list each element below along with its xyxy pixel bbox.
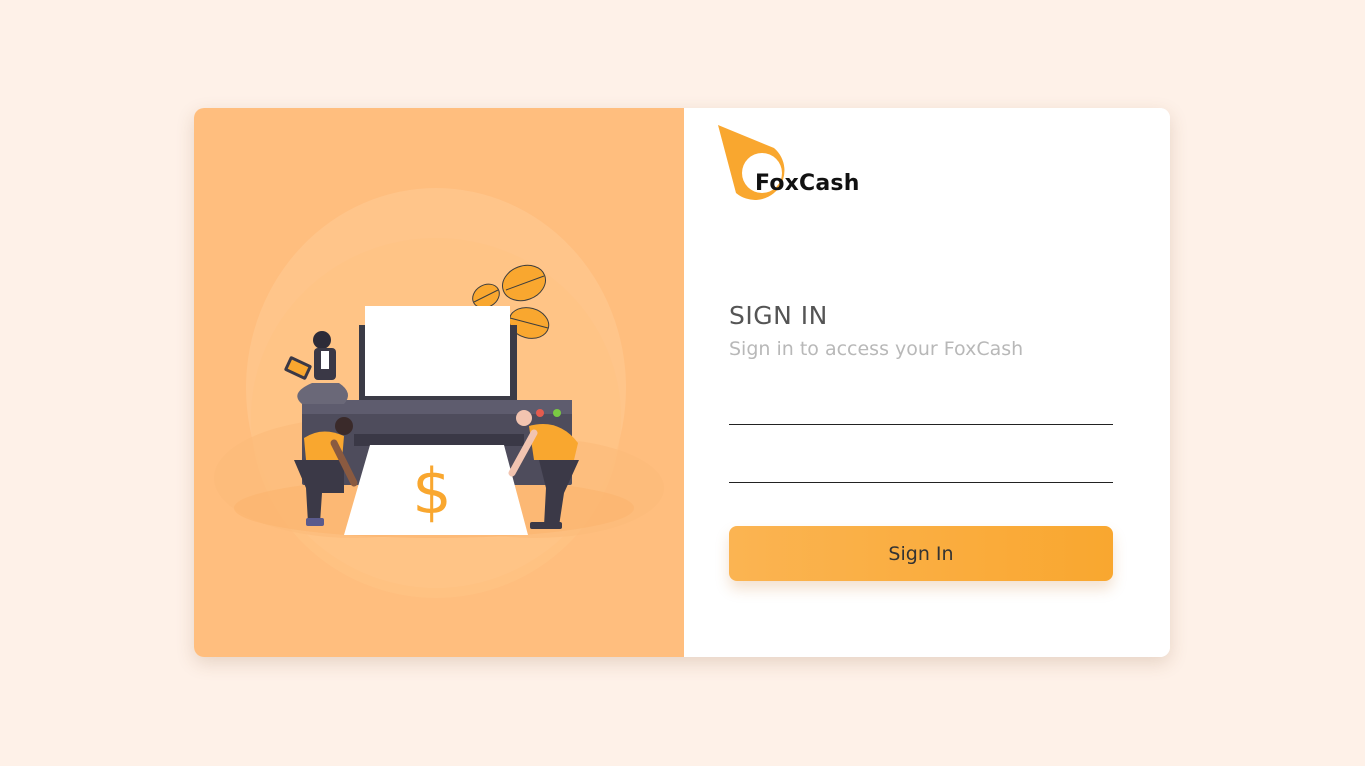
printing-money-illustration: $ (214, 188, 664, 598)
brand-logo[interactable]: FoxCash (716, 123, 876, 205)
signin-panel: FoxCash SIGN IN Sign in to access your F… (684, 108, 1170, 657)
page-title: SIGN IN (729, 301, 828, 330)
password-field[interactable] (729, 449, 1113, 483)
dollar-sign-icon: $ (412, 455, 451, 528)
email-field[interactable] (729, 391, 1113, 425)
illustration-panel: $ (194, 108, 684, 657)
signin-card: $ FoxCash SIGN IN Sign in to access your… (194, 108, 1170, 657)
page-subtitle: Sign in to access your FoxCash (729, 338, 1024, 360)
sign-in-button[interactable]: Sign In (729, 526, 1113, 581)
brand-name: FoxCash (755, 171, 860, 196)
